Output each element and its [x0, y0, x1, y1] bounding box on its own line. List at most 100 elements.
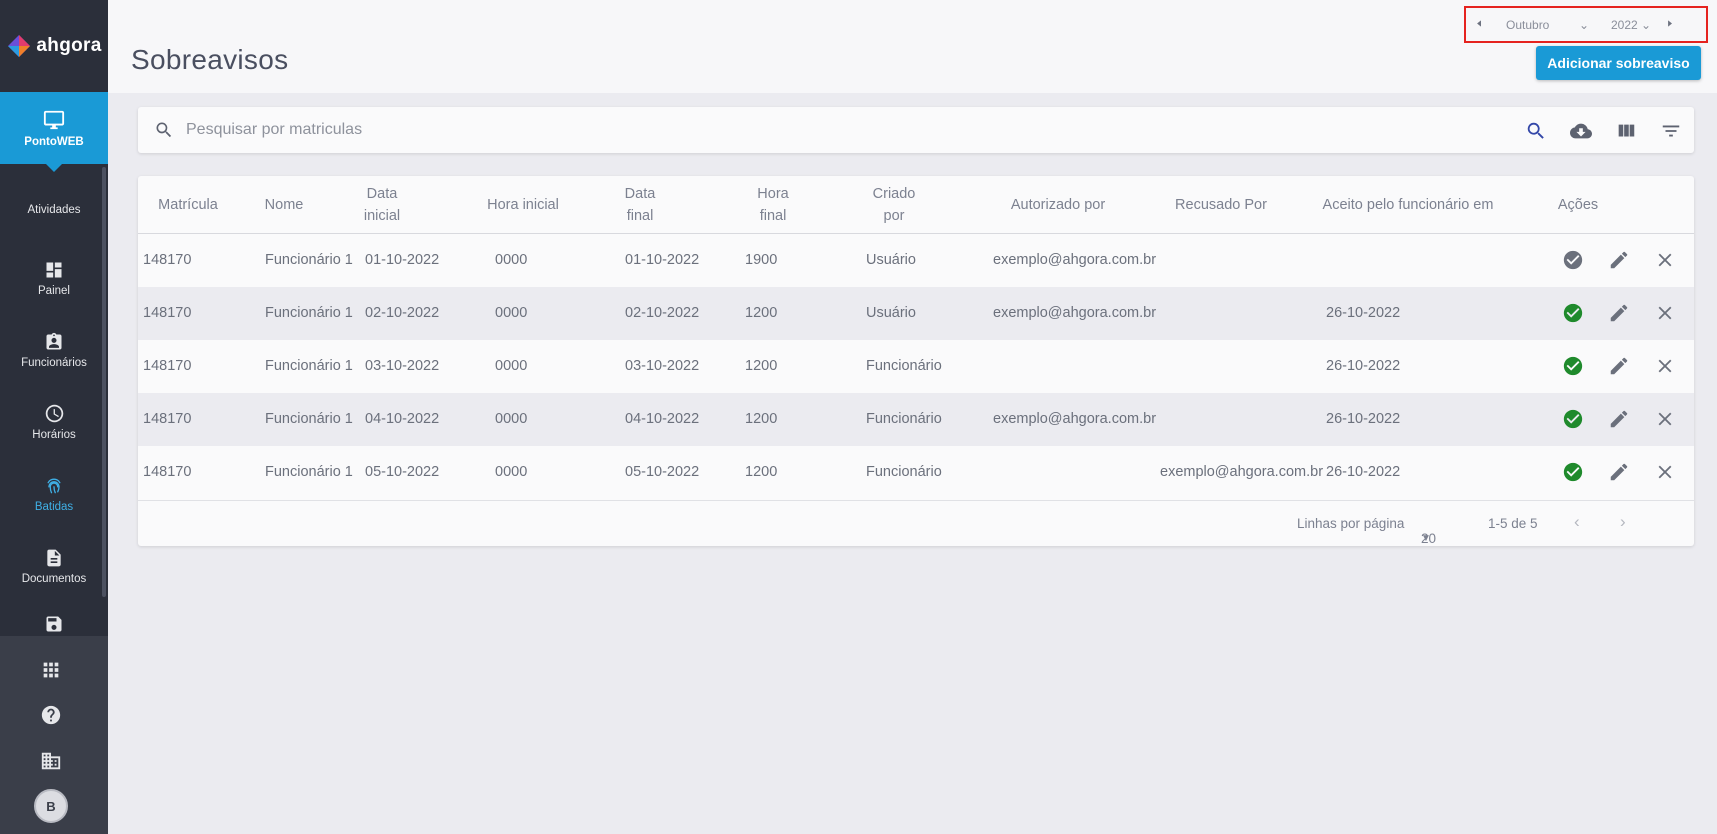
chevron-right-icon[interactable]: › — [1620, 512, 1626, 532]
close-icon[interactable] — [1654, 461, 1676, 483]
cell-criado-por: Funcionário — [866, 464, 942, 480]
table-row: 148170 Funcionário 1 03-10-2022 0000 03-10-2… — [138, 340, 1694, 393]
column-header-matricula[interactable]: Matrícula — [138, 176, 238, 234]
rows-per-page-label: Linhas por página — [1297, 516, 1405, 531]
sidebar-item-documentos[interactable]: Documentos — [0, 542, 108, 590]
cell-aceito-em: 26-10-2022 — [1326, 464, 1401, 480]
sidebar-item-label: PontoWEB — [24, 135, 84, 148]
month-select[interactable]: Outubro ⌄ — [1492, 18, 1597, 32]
cell-hora-inicial: 0000 — [495, 464, 528, 480]
columns-icon[interactable] — [1615, 120, 1637, 142]
caret-down-icon: ▼ — [1421, 533, 1431, 544]
sidebar-item-more[interactable] — [0, 612, 108, 636]
pending-check-icon[interactable] — [1562, 249, 1584, 271]
sidebar-item-label: Painel — [38, 284, 70, 297]
table-row: 148170 Funcionário 1 04-10-2022 0000 04-10-2… — [138, 393, 1694, 446]
search-icon — [156, 122, 172, 138]
dashboard-icon — [46, 262, 62, 277]
column-header-hora-final[interactable]: Hora final — [748, 176, 798, 234]
column-header-data-inicial[interactable]: Data inicial — [352, 176, 412, 234]
sidebar-item-label: Funcionários — [21, 356, 87, 369]
cell-hora-final: 1200 — [745, 305, 778, 321]
cell-aceito-em: 26-10-2022 — [1326, 358, 1401, 374]
chevron-down-icon: ⌄ — [1640, 17, 1651, 32]
column-header-recusado-por[interactable]: Recusado Por — [1156, 176, 1286, 234]
column-header-hora-inicial[interactable]: Hora inicial — [486, 176, 560, 234]
sidebar-item-pontoweb[interactable]: PontoWEB — [0, 92, 108, 172]
sidebar-item-label: Horários — [32, 429, 76, 441]
accepted-check-icon[interactable] — [1562, 302, 1584, 324]
table-row: 148170 Funcionário 1 01-10-2022 0000 01-10-2… — [138, 234, 1694, 287]
sobreavisos-table: Matrícula Nome Data inicial Hora inicial… — [138, 176, 1694, 546]
cell-autorizado-por: exemplo@ahgora.com.br — [993, 411, 1157, 427]
cloud-download-icon[interactable] — [1570, 120, 1592, 142]
close-icon[interactable] — [1654, 355, 1676, 377]
next-period-arrow-icon[interactable]: 🢒 — [1657, 13, 1683, 37]
sidebar-item-atividades[interactable]: Atividades — [0, 190, 108, 230]
cell-autorizado-por: exemplo@ahgora.com.br — [993, 305, 1157, 321]
column-header-acoes: Ações — [1557, 197, 1599, 213]
help-icon[interactable] — [40, 704, 62, 726]
close-icon[interactable] — [1654, 302, 1676, 324]
user-avatar[interactable]: B — [34, 789, 68, 823]
cell-matricula: 148170 — [143, 252, 192, 268]
cell-data-final: 02-10-2022 — [625, 305, 700, 321]
sidebar-item-label: Atividades — [27, 204, 81, 216]
search-toolbar — [138, 107, 1694, 153]
cell-nome: Funcionário 1 — [265, 411, 353, 427]
cell-data-inicial: 04-10-2022 — [365, 411, 440, 427]
close-icon[interactable] — [1654, 249, 1676, 271]
cell-criado-por: Usuário — [866, 305, 916, 321]
accepted-check-icon[interactable] — [1562, 408, 1584, 430]
search-input[interactable] — [186, 121, 1386, 139]
cell-hora-final: 1900 — [745, 252, 778, 268]
cell-matricula: 148170 — [143, 358, 192, 374]
sidebar-item-painel[interactable]: Painel — [0, 254, 108, 302]
sidebar-item-batidas[interactable]: Batidas — [0, 470, 108, 518]
year-select[interactable]: 2022 ⌄ — [1597, 18, 1657, 32]
cell-data-final: 04-10-2022 — [625, 411, 700, 427]
cell-nome: Funcionário 1 — [265, 464, 353, 480]
cell-hora-inicial: 0000 — [495, 252, 528, 268]
close-icon[interactable] — [1654, 408, 1676, 430]
cell-matricula: 148170 — [143, 464, 192, 480]
accepted-check-icon[interactable] — [1562, 355, 1584, 377]
column-header-nome[interactable]: Nome — [246, 176, 322, 234]
edit-icon[interactable] — [1608, 355, 1630, 377]
column-header-criado-por[interactable]: Criado por — [862, 176, 926, 234]
sidebar-item-funcionarios[interactable]: Funcionários — [0, 326, 108, 374]
cell-hora-final: 1200 — [745, 411, 778, 427]
cell-hora-inicial: 0000 — [495, 358, 528, 374]
chevron-left-icon[interactable]: ‹ — [1574, 512, 1580, 532]
cell-criado-por: Funcionário — [866, 411, 942, 427]
building-icon[interactable] — [40, 750, 62, 772]
cell-aceito-em: 26-10-2022 — [1326, 305, 1401, 321]
cell-autorizado-por: exemplo@ahgora.com.br — [993, 252, 1157, 268]
cell-data-inicial: 03-10-2022 — [365, 358, 440, 374]
previous-period-arrow-icon[interactable]: 🢐 — [1466, 13, 1492, 37]
search-submit-icon[interactable] — [1525, 120, 1547, 142]
column-header-data-final[interactable]: Data final — [610, 176, 670, 234]
add-sobreaviso-button[interactable]: Adicionar sobreaviso — [1536, 46, 1701, 80]
accepted-check-icon[interactable] — [1562, 461, 1584, 483]
sidebar-scrollbar[interactable] — [102, 167, 106, 597]
column-header-aceito-em[interactable]: Aceito pelo funcionário em — [1318, 176, 1498, 234]
edit-icon[interactable] — [1608, 461, 1630, 483]
filter-icon[interactable] — [1660, 120, 1682, 142]
fingerprint-icon — [47, 478, 61, 493]
edit-icon[interactable] — [1608, 249, 1630, 271]
edit-icon[interactable] — [1608, 302, 1630, 324]
sidebar-item-horarios[interactable]: Horários — [0, 398, 108, 446]
sidebar-item-label: Batidas — [34, 500, 74, 513]
edit-icon[interactable] — [1608, 408, 1630, 430]
cell-nome: Funcionário 1 — [265, 252, 353, 268]
column-header-autorizado-por[interactable]: Autorizado por — [988, 176, 1128, 234]
table-pagination: Linhas por página 20 ▼ 1-5 de 5 ‹ › — [138, 500, 1694, 546]
sidebar: ahgora PontoWEB Atividades Painel Funcio… — [0, 0, 108, 834]
clock-icon — [45, 404, 63, 423]
cell-criado-por: Usuário — [866, 252, 916, 268]
monitor-icon — [43, 110, 65, 129]
apps-icon[interactable] — [40, 659, 62, 681]
cell-hora-final: 1200 — [745, 358, 778, 374]
brand-logo[interactable]: ahgora — [0, 0, 108, 92]
